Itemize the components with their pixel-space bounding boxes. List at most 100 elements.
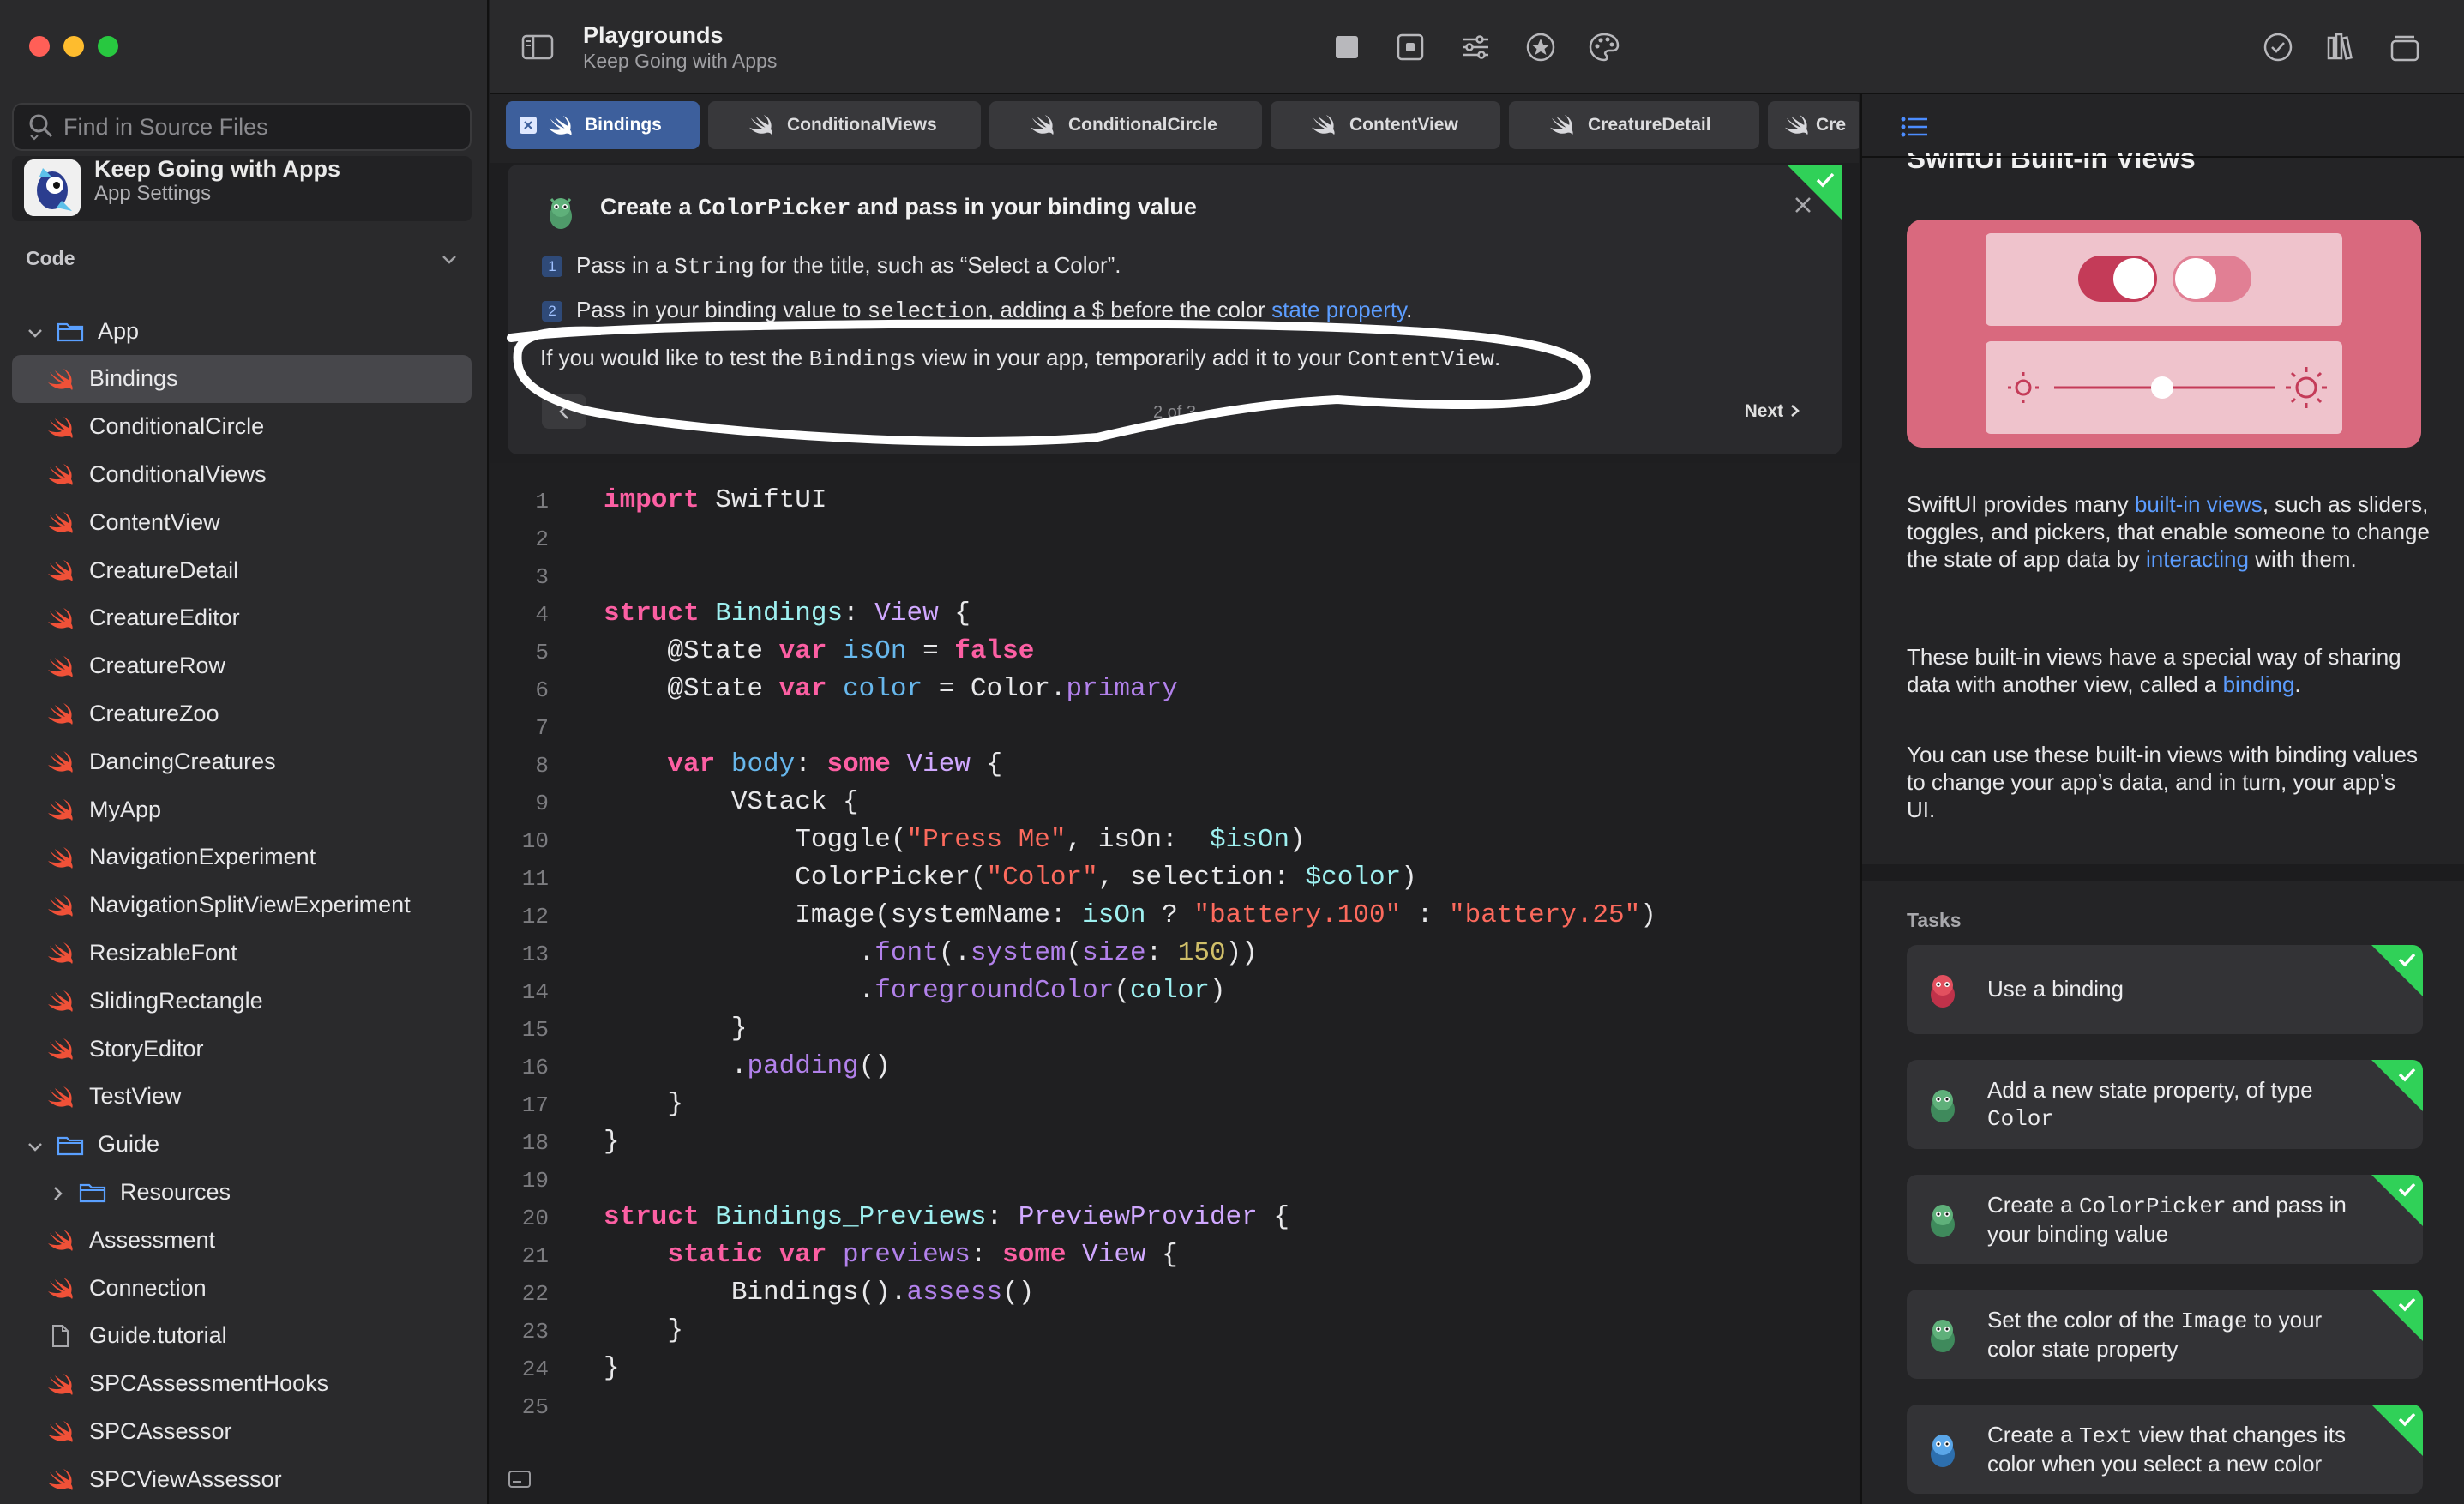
minimize-window-button[interactable] — [63, 36, 84, 57]
tab-bindings[interactable]: Bindings — [506, 101, 700, 149]
task-title: Create a ColorPicker and pass in your bi… — [600, 194, 1197, 222]
guide-paragraph-3: You can use these built-in views with bi… — [1907, 742, 2418, 822]
chevron-down-icon[interactable] — [26, 1135, 45, 1154]
tab-contentview[interactable]: ContentView — [1271, 101, 1500, 149]
folder-icon — [79, 1180, 106, 1204]
sidebar-item-label: ContentView — [89, 508, 220, 535]
task-item[interactable]: Add a new state property, of type Color — [1907, 1060, 2423, 1149]
zoom-window-button[interactable] — [98, 36, 118, 57]
tab-conditionalviews[interactable]: ConditionalViews — [708, 101, 981, 149]
sidebar-item-label: DancingCreatures — [89, 748, 276, 774]
task-item[interactable]: Create a Text view that changes its colo… — [1907, 1405, 2423, 1494]
search-input[interactable] — [63, 113, 441, 141]
sidebar-item-label: CreatureEditor — [89, 605, 240, 631]
swift-file-icon — [46, 749, 74, 773]
chevron-right-icon[interactable] — [48, 1182, 67, 1201]
sidebar-item-contentview[interactable]: ContentView — [12, 498, 472, 546]
sidebar-item-spcviewassessor[interactable]: SPCViewAssessor — [12, 1455, 472, 1503]
sidebar-item-spcassessmenthooks[interactable]: SPCAssessmentHooks — [12, 1360, 472, 1408]
sidebar-item-navigationexperiment[interactable]: NavigationExperiment — [12, 833, 472, 881]
sidebar-item-navigationsplitviewexperiment[interactable]: NavigationSplitViewExperiment — [12, 881, 472, 929]
next-step-button[interactable]: Next — [1745, 401, 1802, 422]
completed-checkmark-icon — [2371, 1405, 2423, 1456]
sidebar-item-app[interactable]: App — [12, 307, 472, 355]
tab-label: Cre — [1816, 115, 1847, 135]
star-icon[interactable] — [1524, 31, 1557, 63]
tab-conditionalcircle[interactable]: ConditionalCircle — [989, 101, 1262, 149]
chevron-down-icon[interactable] — [26, 322, 45, 340]
sidebar-item-conditionalcircle[interactable]: ConditionalCircle — [12, 403, 472, 451]
tabs-overview-icon[interactable] — [2389, 31, 2421, 63]
code-line-22: Bindings().assess() — [730, 1278, 1035, 1308]
line-number: 17 — [521, 1092, 549, 1118]
line-number: 24 — [521, 1357, 549, 1382]
close-window-button[interactable] — [29, 36, 50, 57]
sidebar-item-connection[interactable]: Connection — [12, 1264, 472, 1312]
sidebar-item-myapp[interactable]: MyApp — [12, 785, 472, 833]
swift-file-icon — [46, 606, 74, 630]
line-number: 18 — [521, 1130, 549, 1156]
project-settings-item[interactable]: Keep Going with Apps App Settings — [12, 156, 472, 221]
sidebar-item-label: SPCViewAssessor — [89, 1465, 282, 1492]
sidebar-toggle-icon[interactable] — [521, 31, 554, 63]
line-number: 6 — [535, 677, 549, 703]
stop-icon[interactable] — [1331, 31, 1363, 63]
chevron-down-icon[interactable] — [441, 250, 458, 268]
sliders-icon[interactable] — [1459, 31, 1492, 63]
sidebar-item-creaturerow[interactable]: CreatureRow — [12, 642, 472, 690]
search-icon — [27, 112, 57, 141]
sidebar-item-slidingrectangle[interactable]: SlidingRectangle — [12, 977, 472, 1025]
code-editor[interactable]: 1 2 3 4 5 6 7 8 9 10 11 12 13 14 15 16 17 18 19 20 21 22 23 24 2… — [490, 463, 1859, 1504]
search-field[interactable] — [12, 103, 472, 151]
built-in-views-link[interactable]: built-in views — [2135, 491, 2263, 517]
sidebar-item-guide[interactable]: Guide — [12, 1121, 472, 1169]
sidebar-item-bindings[interactable]: Bindings — [12, 354, 472, 403]
sidebar-item-label: CreatureDetail — [89, 556, 239, 583]
run-target-icon[interactable] — [1394, 31, 1427, 63]
creature-avatar-icon — [1931, 1435, 1955, 1467]
sidebar-item-guide-tutorial[interactable]: Guide.tutorial — [12, 1312, 472, 1360]
tab-creaturedetail[interactable]: CreatureDetail — [1509, 101, 1759, 149]
code-line-18: } — [604, 1127, 620, 1157]
sidebar-item-storyeditor[interactable]: StoryEditor — [12, 1025, 472, 1073]
sidebar-item-creatureeditor[interactable]: CreatureEditor — [12, 594, 472, 642]
task-item[interactable]: Create a ColorPicker and pass in your bi… — [1907, 1175, 2423, 1264]
sidebar-item-label: SPCAssessor — [89, 1417, 232, 1444]
checkmark-circle-icon[interactable] — [2262, 31, 2294, 63]
task-item[interactable]: Use a binding — [1907, 945, 2423, 1034]
library-icon[interactable] — [2325, 31, 2358, 63]
tab-label: Bindings — [585, 115, 662, 135]
code-line-20: struct Bindings_Previews: PreviewProvide… — [604, 1202, 1289, 1232]
console-toggle-icon[interactable] — [508, 1470, 532, 1489]
swift-file-icon — [46, 893, 74, 917]
code-line-23: } — [667, 1315, 684, 1345]
sidebar-item-creaturezoo[interactable]: CreatureZoo — [12, 689, 472, 737]
line-number: 7 — [535, 715, 549, 741]
binding-link[interactable]: binding — [2223, 671, 2295, 697]
sidebar-item-resources[interactable]: Resources — [12, 1168, 472, 1216]
close-tab-icon[interactable] — [520, 117, 537, 134]
state-property-link[interactable]: state property — [1271, 297, 1406, 322]
window-title: Playgrounds — [583, 22, 724, 48]
code-line-10: Toggle("Press Me", isOn: $isOn) — [795, 825, 1306, 855]
tab-cre[interactable]: Cre — [1768, 101, 1859, 149]
sidebar-item-creaturedetail[interactable]: CreatureDetail — [12, 546, 472, 594]
sidebar-item-conditionalviews[interactable]: ConditionalViews — [12, 450, 472, 498]
sidebar: Keep Going with Apps App Settings Code A… — [0, 0, 489, 1504]
sidebar-item-testview[interactable]: TestView — [12, 1073, 472, 1121]
list-icon[interactable] — [1900, 115, 1929, 139]
sidebar-item-assessment[interactable]: Assessment — [12, 1216, 472, 1264]
code-line-4: struct Bindings: View { — [604, 599, 971, 629]
task-item[interactable]: Set the color of the Image to your color… — [1907, 1290, 2423, 1379]
sidebar-item-resizablefont[interactable]: ResizableFont — [12, 929, 472, 977]
interacting-link[interactable]: interacting — [2146, 546, 2249, 572]
sidebar-item-dancingcreatures[interactable]: DancingCreatures — [12, 737, 472, 785]
code-line-1: import SwiftUI — [604, 485, 827, 515]
sidebar-item-label: App — [98, 317, 140, 344]
sidebar-item-spcassessor[interactable]: SPCAssessor — [12, 1407, 472, 1455]
line-number: 3 — [535, 564, 549, 590]
section-separator — [1862, 864, 2464, 881]
palette-icon[interactable] — [1588, 31, 1620, 63]
swift-file-icon — [46, 558, 74, 582]
sidebar-item-label: Resources — [120, 1178, 231, 1205]
